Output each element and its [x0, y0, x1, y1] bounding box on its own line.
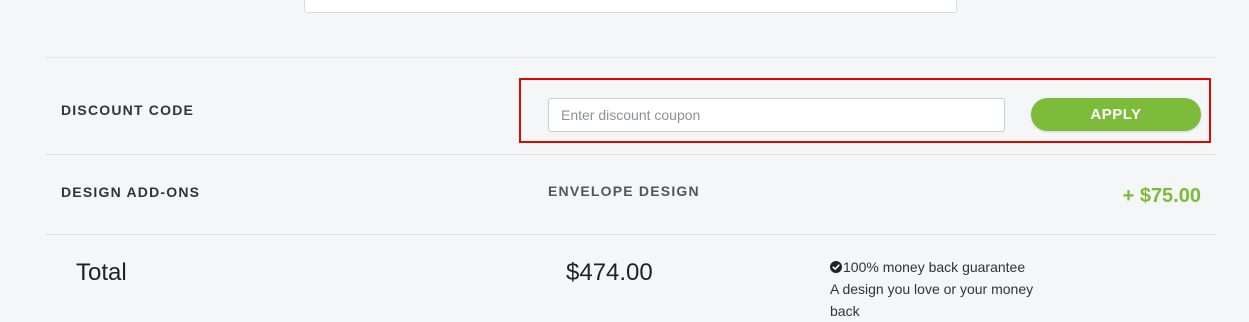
- divider: [45, 57, 1216, 58]
- divider: [45, 234, 1216, 235]
- guarantee-line1: 100% money back guarantee: [843, 259, 1026, 275]
- addon-item-price: + $75.00: [1122, 185, 1201, 207]
- guarantee-line2: A design you love or your money back: [830, 281, 1034, 319]
- discount-coupon-input[interactable]: [548, 98, 1005, 132]
- previous-field-box: [304, 0, 957, 13]
- check-circle-icon: [830, 257, 842, 273]
- total-value: $474.00: [566, 259, 653, 286]
- money-back-guarantee: 100% money back guarantee A design you l…: [830, 256, 1060, 322]
- total-label: Total: [76, 259, 127, 286]
- discount-code-label: DISCOUNT CODE: [61, 102, 195, 118]
- guarantee-headline: 100% money back guarantee: [830, 256, 1060, 278]
- addon-item-name: ENVELOPE DESIGN: [548, 183, 700, 199]
- design-addons-label: DESIGN ADD-ONS: [61, 184, 201, 200]
- divider: [45, 154, 1216, 155]
- apply-button[interactable]: APPLY: [1031, 98, 1201, 131]
